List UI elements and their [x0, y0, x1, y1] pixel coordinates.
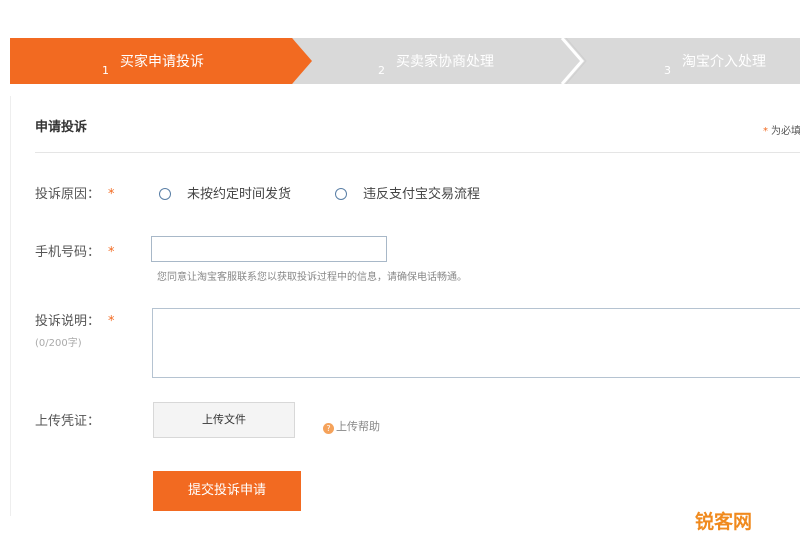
phone-input[interactable] [151, 236, 387, 262]
step-progress-bar: 3 淘宝介入处理 2 买卖家协商处理 1 买家申请投诉 [10, 38, 800, 84]
divider [35, 152, 800, 153]
description-required-star: * [108, 314, 115, 329]
reason-label: 投诉原因： * [35, 183, 115, 202]
required-note: * 为必填 [763, 122, 800, 137]
reason-radio-1[interactable] [159, 188, 171, 200]
phone-required-star: * [108, 245, 115, 260]
description-char-counter: (0/200字) [35, 338, 82, 349]
upload-help-label[interactable]: 上传帮助 [336, 420, 380, 433]
upload-file-button[interactable]: 上传文件 [153, 402, 295, 438]
upload-help-link[interactable]: ? 上传帮助 [323, 418, 380, 434]
phone-hint: 您同意让淘宝客服联系您以获取投诉过程中的信息，请确保电话畅通。 [157, 272, 467, 283]
required-note-text: 为必填 [771, 126, 800, 137]
step-arrows [292, 38, 587, 84]
panel-title: 申请投诉 [35, 120, 88, 135]
description-textarea[interactable] [152, 308, 800, 378]
phone-label: 手机号码： * [35, 241, 115, 260]
phone-label-text: 手机号码： [35, 245, 101, 260]
reason-required-star: * [108, 187, 115, 202]
help-icon: ? [323, 423, 334, 434]
description-label: 投诉说明： * [35, 310, 115, 329]
complaint-panel: 申请投诉 * 为必填 投诉原因： * 未按约定时间发货 违反支付宝交易流程 手机号码… [10, 96, 800, 516]
reason-option-2-label[interactable]: 违反支付宝交易流程 [363, 183, 480, 202]
reason-option-1-label[interactable]: 未按约定时间发货 [187, 183, 291, 202]
evidence-label: 上传凭证： [35, 414, 101, 429]
reason-radio-2[interactable] [335, 188, 347, 200]
required-star: * [763, 126, 768, 137]
watermark-logo: 锐客网 [694, 511, 752, 533]
submit-complaint-button[interactable]: 提交投诉申请 [153, 471, 301, 511]
reason-label-text: 投诉原因： [35, 187, 101, 202]
description-label-text: 投诉说明： [35, 314, 101, 329]
